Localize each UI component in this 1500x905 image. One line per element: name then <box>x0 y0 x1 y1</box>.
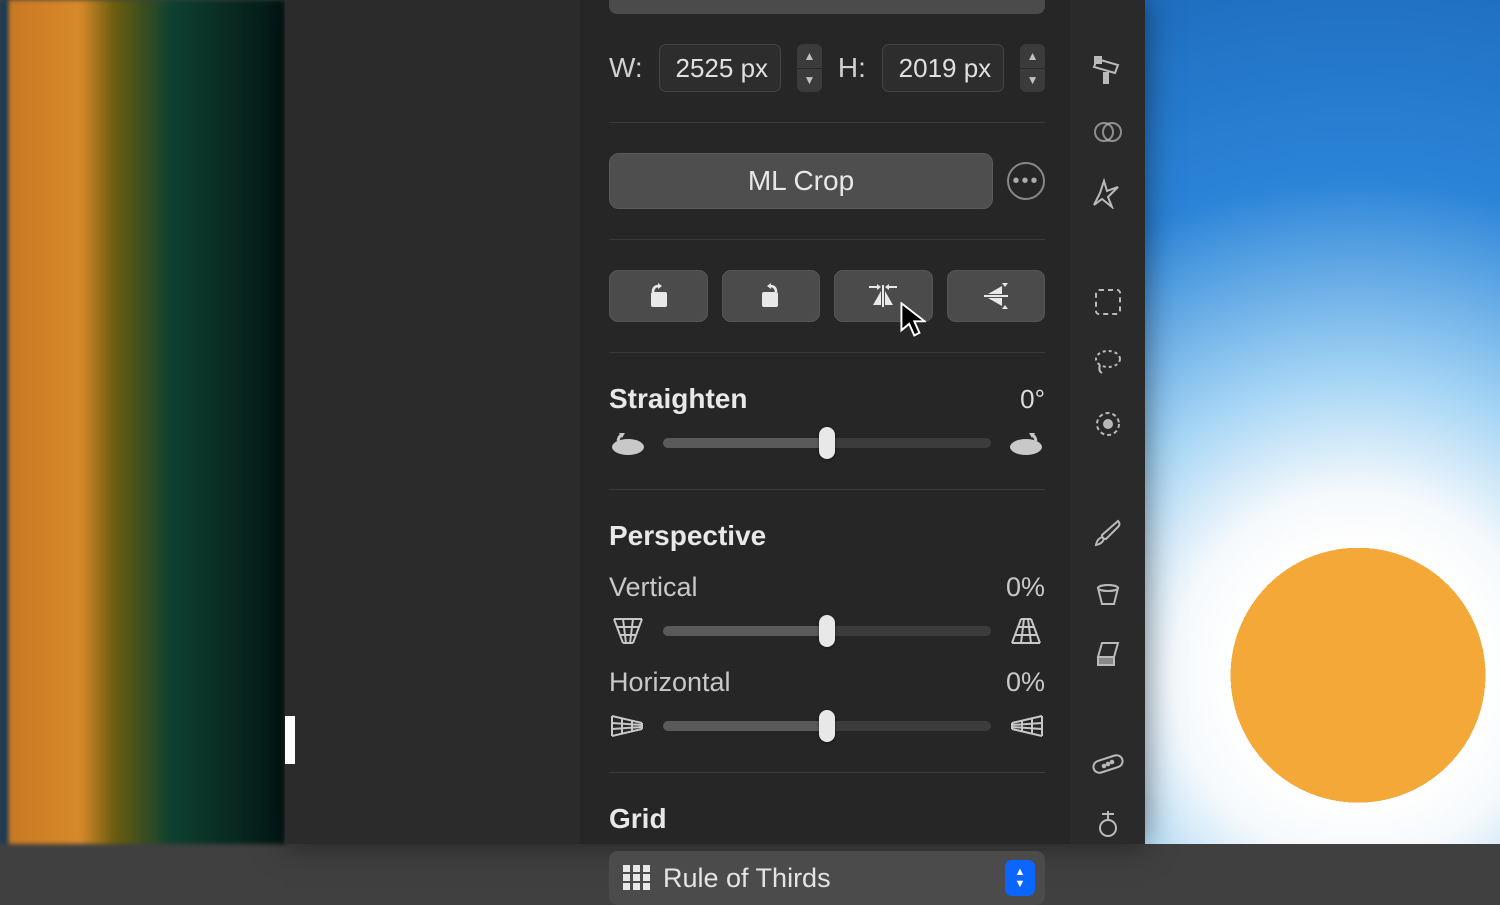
lasso-icon <box>1092 347 1124 379</box>
desktop-wallpaper-left <box>0 0 285 844</box>
grid-title: Grid <box>609 803 667 835</box>
horizontal-row: Horizontal 0% <box>609 667 1045 698</box>
ml-crop-button[interactable]: ML Crop <box>609 153 993 209</box>
dimensions-row: W: 2525 px ▲ ▼ H: 2019 px ▲ ▼ <box>609 44 1045 92</box>
tool-brush-button[interactable] <box>1086 514 1130 553</box>
vertical-row: Vertical 0% <box>609 572 1045 603</box>
divider <box>609 239 1045 240</box>
crop-preset-dropdown[interactable]: Custom Size <box>609 0 1045 14</box>
quick-select-icon <box>1092 408 1124 440</box>
width-label: W: <box>609 52 643 84</box>
grid-selected-label: Rule of Thirds <box>663 863 831 894</box>
bandage-icon <box>1091 751 1125 777</box>
editor-canvas-area[interactable] <box>285 0 580 844</box>
circles-overlap-icon <box>1092 116 1124 148</box>
straighten-slider[interactable] <box>663 438 991 448</box>
perspective-title: Perspective <box>609 520 766 552</box>
tools-sidebar <box>1070 0 1145 844</box>
ml-crop-label: ML Crop <box>748 165 854 197</box>
vertical-slider-row <box>609 615 1045 647</box>
clone-icon <box>1092 809 1124 841</box>
height-stepper[interactable]: ▲ ▼ <box>1020 44 1045 92</box>
vertical-slider[interactable] <box>663 626 991 636</box>
tool-eraser-button[interactable] <box>1086 635 1130 674</box>
tool-effects-button[interactable] <box>1086 174 1130 213</box>
desktop-wallpaper-right <box>1145 0 1500 844</box>
vertical-value: 0% <box>1006 572 1045 603</box>
grid-dropdown[interactable]: Rule of Thirds ▲▼ <box>609 851 1045 905</box>
tool-marquee-button[interactable] <box>1086 283 1130 322</box>
grid-header: Grid <box>609 803 1045 835</box>
tool-styles-button[interactable] <box>1086 52 1130 91</box>
chevron-down-icon: ▼ <box>797 69 822 93</box>
height-input[interactable]: 2019 px <box>882 44 1004 92</box>
divider <box>609 122 1045 123</box>
tool-fill-button[interactable] <box>1086 574 1130 613</box>
straighten-value: 0° <box>1020 384 1045 415</box>
width-stepper[interactable]: ▲ ▼ <box>797 44 822 92</box>
crop-inspector-panel: Custom Size W: 2525 px ▲ ▼ H: 2019 px ▲ … <box>580 0 1070 844</box>
horizontal-label: Horizontal <box>609 667 731 698</box>
crop-preset-label: Custom Size <box>627 0 797 4</box>
horizontal-slider-row <box>609 710 1045 742</box>
width-input[interactable]: 2525 px <box>659 44 781 92</box>
straighten-title: Straighten <box>609 383 747 415</box>
rotate-left-icon <box>640 281 676 311</box>
flip-vertical-icon <box>978 281 1014 311</box>
perspective-horizontal-neg-icon <box>609 710 647 742</box>
bucket-icon <box>1092 578 1124 610</box>
rotate-right-button[interactable] <box>722 270 821 322</box>
ellipsis-icon: ••• <box>1012 170 1039 193</box>
flip-vertical-button[interactable] <box>947 270 1046 322</box>
vertical-label: Vertical <box>609 572 698 603</box>
divider <box>609 352 1045 353</box>
tool-repair-button[interactable] <box>1086 744 1130 783</box>
rotate-right-icon <box>753 281 789 311</box>
slider-thumb[interactable] <box>819 427 835 459</box>
perspective-vertical-neg-icon <box>609 615 647 647</box>
sparkle-icon <box>1092 177 1124 209</box>
straighten-slider-row <box>609 427 1045 459</box>
perspective-header: Perspective <box>609 520 1045 552</box>
dropdown-chevrons-icon: ▲▼ <box>1005 860 1035 896</box>
chevron-up-icon: ▲ <box>1020 44 1045 69</box>
eraser-icon <box>1092 639 1124 671</box>
perspective-horizontal-pos-icon <box>1007 710 1045 742</box>
horizontal-value: 0% <box>1006 667 1045 698</box>
tool-color-button[interactable] <box>1086 113 1130 152</box>
slider-thumb[interactable] <box>819 710 835 742</box>
slider-thumb[interactable] <box>819 615 835 647</box>
brush-icon <box>1092 517 1124 549</box>
flip-horizontal-icon <box>865 281 901 311</box>
image-edge <box>285 716 295 764</box>
more-options-button[interactable]: ••• <box>1007 162 1045 200</box>
perspective-vertical-pos-icon <box>1007 615 1045 647</box>
height-label: H: <box>838 52 866 84</box>
tool-quick-select-button[interactable] <box>1086 404 1130 443</box>
transform-buttons-row <box>609 270 1045 322</box>
tool-lasso-button[interactable] <box>1086 344 1130 383</box>
divider <box>609 489 1045 490</box>
divider <box>609 772 1045 773</box>
rotate-left-button[interactable] <box>609 270 708 322</box>
marquee-icon <box>1093 287 1123 317</box>
grid-icon <box>623 865 651 891</box>
app-window: Custom Size W: 2525 px ▲ ▼ H: 2019 px ▲ … <box>285 0 1145 844</box>
horizontal-slider[interactable] <box>663 721 991 731</box>
tool-clone-button[interactable] <box>1086 805 1130 844</box>
chevron-up-icon: ▲ <box>797 44 822 69</box>
straighten-header: Straighten 0° <box>609 383 1045 415</box>
chevron-down-icon: ▼ <box>1020 69 1045 93</box>
rotate-cw-icon <box>1007 427 1045 459</box>
rotate-ccw-icon <box>609 427 647 459</box>
flip-horizontal-button[interactable] <box>834 270 933 322</box>
paint-roller-icon <box>1092 55 1124 87</box>
